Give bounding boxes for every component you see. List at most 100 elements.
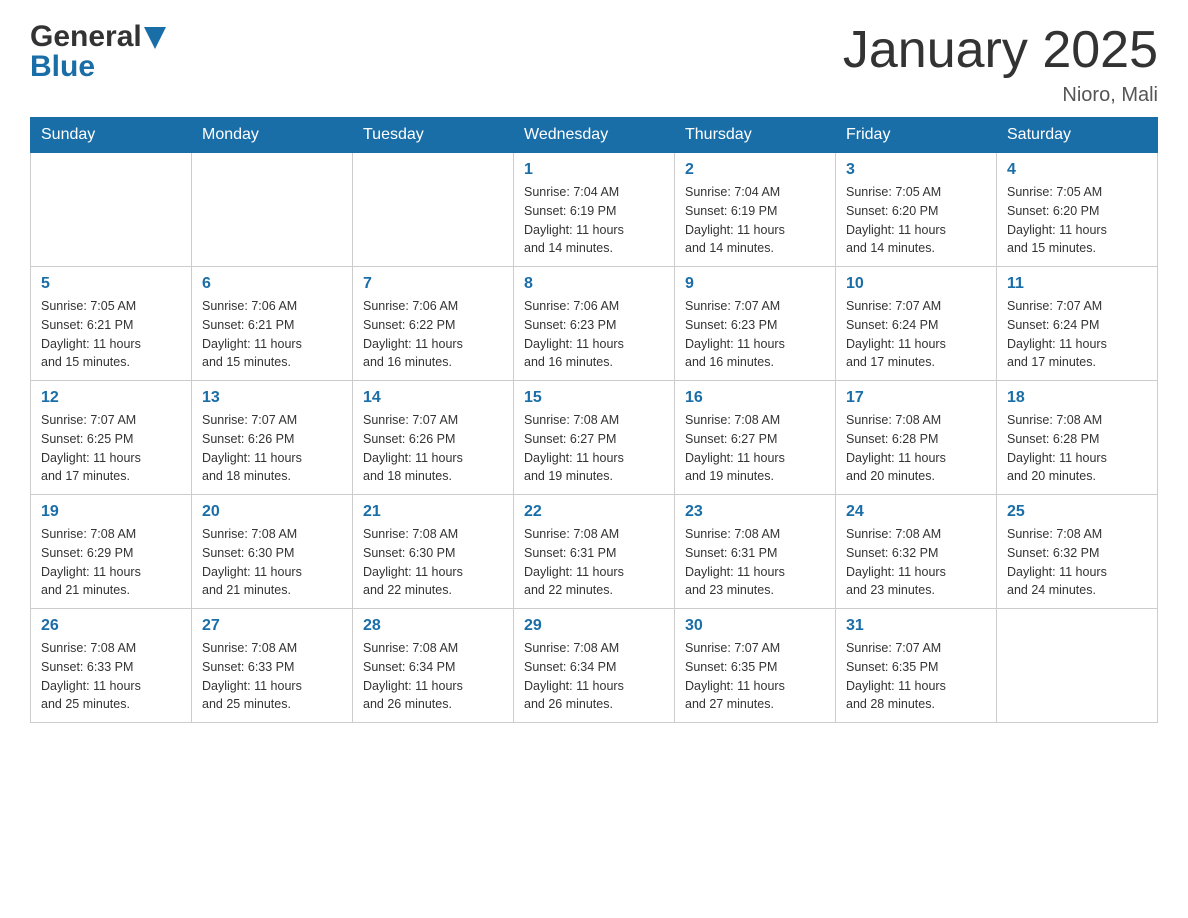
day-number: 24: [846, 503, 986, 521]
calendar-cell: 17 Sunrise: 7:08 AM Sunset: 6:28 PM Dayli…: [836, 381, 997, 495]
calendar-cell: 19 Sunrise: 7:08 AM Sunset: 6:29 PM Dayli…: [31, 495, 192, 609]
day-info: Sunrise: 7:08 AM Sunset: 6:29 PM Dayligh…: [41, 525, 181, 600]
calendar-cell: 4 Sunrise: 7:05 AM Sunset: 6:20 PM Daylig…: [997, 153, 1158, 267]
calendar-week-2: 5 Sunrise: 7:05 AM Sunset: 6:21 PM Daylig…: [31, 267, 1158, 381]
calendar-cell: 20 Sunrise: 7:08 AM Sunset: 6:30 PM Dayli…: [192, 495, 353, 609]
calendar-cell: 16 Sunrise: 7:08 AM Sunset: 6:27 PM Dayli…: [675, 381, 836, 495]
calendar-cell: [353, 153, 514, 267]
day-info: Sunrise: 7:08 AM Sunset: 6:31 PM Dayligh…: [685, 525, 825, 600]
day-number: 2: [685, 161, 825, 179]
day-info: Sunrise: 7:05 AM Sunset: 6:20 PM Dayligh…: [846, 183, 986, 258]
calendar-cell: 2 Sunrise: 7:04 AM Sunset: 6:19 PM Daylig…: [675, 153, 836, 267]
day-info: Sunrise: 7:06 AM Sunset: 6:22 PM Dayligh…: [363, 297, 503, 372]
day-info: Sunrise: 7:08 AM Sunset: 6:33 PM Dayligh…: [202, 639, 342, 714]
day-info: Sunrise: 7:08 AM Sunset: 6:34 PM Dayligh…: [524, 639, 664, 714]
day-header-thursday: Thursday: [675, 118, 836, 153]
day-info: Sunrise: 7:08 AM Sunset: 6:32 PM Dayligh…: [1007, 525, 1147, 600]
calendar-cell: 6 Sunrise: 7:06 AM Sunset: 6:21 PM Daylig…: [192, 267, 353, 381]
day-info: Sunrise: 7:05 AM Sunset: 6:21 PM Dayligh…: [41, 297, 181, 372]
calendar-cell: 15 Sunrise: 7:08 AM Sunset: 6:27 PM Dayli…: [514, 381, 675, 495]
day-header-saturday: Saturday: [997, 118, 1158, 153]
calendar-week-1: 1 Sunrise: 7:04 AM Sunset: 6:19 PM Daylig…: [31, 153, 1158, 267]
day-header-friday: Friday: [836, 118, 997, 153]
calendar-cell: 27Sunrise: 7:08 AM Sunset: 6:33 PM Dayli…: [192, 609, 353, 723]
calendar-week-3: 12 Sunrise: 7:07 AM Sunset: 6:25 PM Dayli…: [31, 381, 1158, 495]
logo-general-text: General: [30, 20, 142, 54]
day-number: 8: [524, 275, 664, 293]
day-number: 31: [846, 617, 986, 635]
day-info: Sunrise: 7:08 AM Sunset: 6:33 PM Dayligh…: [41, 639, 181, 714]
day-info: Sunrise: 7:08 AM Sunset: 6:28 PM Dayligh…: [1007, 411, 1147, 486]
calendar-cell: 12 Sunrise: 7:07 AM Sunset: 6:25 PM Dayli…: [31, 381, 192, 495]
calendar-cell: 24Sunrise: 7:08 AM Sunset: 6:32 PM Dayli…: [836, 495, 997, 609]
day-info: Sunrise: 7:08 AM Sunset: 6:31 PM Dayligh…: [524, 525, 664, 600]
day-number: 13: [202, 389, 342, 407]
day-number: 29: [524, 617, 664, 635]
day-number: 6: [202, 275, 342, 293]
calendar-cell: 28Sunrise: 7:08 AM Sunset: 6:34 PM Dayli…: [353, 609, 514, 723]
calendar-cell: [31, 153, 192, 267]
location: Nioro, Mali: [843, 84, 1158, 107]
day-number: 9: [685, 275, 825, 293]
calendar-cell: 26 Sunrise: 7:08 AM Sunset: 6:33 PM Dayli…: [31, 609, 192, 723]
day-number: 18: [1007, 389, 1147, 407]
day-number: 21: [363, 503, 503, 521]
day-number: 15: [524, 389, 664, 407]
calendar-cell: 3Sunrise: 7:05 AM Sunset: 6:20 PM Daylig…: [836, 153, 997, 267]
day-info: Sunrise: 7:07 AM Sunset: 6:35 PM Dayligh…: [846, 639, 986, 714]
day-header-sunday: Sunday: [31, 118, 192, 153]
day-info: Sunrise: 7:07 AM Sunset: 6:23 PM Dayligh…: [685, 297, 825, 372]
day-info: Sunrise: 7:08 AM Sunset: 6:30 PM Dayligh…: [202, 525, 342, 600]
day-number: 23: [685, 503, 825, 521]
day-number: 12: [41, 389, 181, 407]
day-number: 17: [846, 389, 986, 407]
calendar-cell: 13 Sunrise: 7:07 AM Sunset: 6:26 PM Dayli…: [192, 381, 353, 495]
day-info: Sunrise: 7:05 AM Sunset: 6:20 PM Dayligh…: [1007, 183, 1147, 258]
day-number: 20: [202, 503, 342, 521]
day-info: Sunrise: 7:07 AM Sunset: 6:26 PM Dayligh…: [202, 411, 342, 486]
calendar-cell: 7 Sunrise: 7:06 AM Sunset: 6:22 PM Daylig…: [353, 267, 514, 381]
day-number: 25: [1007, 503, 1147, 521]
day-info: Sunrise: 7:04 AM Sunset: 6:19 PM Dayligh…: [685, 183, 825, 258]
day-number: 5: [41, 275, 181, 293]
calendar-cell: 18 Sunrise: 7:08 AM Sunset: 6:28 PM Dayli…: [997, 381, 1158, 495]
page-header: General Blue January 2025 Nioro, Mali: [30, 20, 1158, 107]
calendar-cell: 8Sunrise: 7:06 AM Sunset: 6:23 PM Daylig…: [514, 267, 675, 381]
day-number: 1: [524, 161, 664, 179]
day-number: 26: [41, 617, 181, 635]
day-info: Sunrise: 7:07 AM Sunset: 6:26 PM Dayligh…: [363, 411, 503, 486]
calendar-cell: 22 Sunrise: 7:08 AM Sunset: 6:31 PM Dayli…: [514, 495, 675, 609]
day-info: Sunrise: 7:08 AM Sunset: 6:27 PM Dayligh…: [685, 411, 825, 486]
day-number: 11: [1007, 275, 1147, 293]
calendar-week-4: 19 Sunrise: 7:08 AM Sunset: 6:29 PM Dayli…: [31, 495, 1158, 609]
day-number: 22: [524, 503, 664, 521]
logo-triangle-icon: [144, 27, 166, 49]
calendar-body: 1 Sunrise: 7:04 AM Sunset: 6:19 PM Daylig…: [31, 153, 1158, 723]
day-header-monday: Monday: [192, 118, 353, 153]
calendar-cell: 31 Sunrise: 7:07 AM Sunset: 6:35 PM Dayli…: [836, 609, 997, 723]
day-header-tuesday: Tuesday: [353, 118, 514, 153]
day-info: Sunrise: 7:07 AM Sunset: 6:25 PM Dayligh…: [41, 411, 181, 486]
calendar-cell: 1 Sunrise: 7:04 AM Sunset: 6:19 PM Daylig…: [514, 153, 675, 267]
day-number: 7: [363, 275, 503, 293]
day-info: Sunrise: 7:08 AM Sunset: 6:28 PM Dayligh…: [846, 411, 986, 486]
calendar-cell: [997, 609, 1158, 723]
calendar-cell: 5 Sunrise: 7:05 AM Sunset: 6:21 PM Daylig…: [31, 267, 192, 381]
day-number: 14: [363, 389, 503, 407]
day-number: 10: [846, 275, 986, 293]
calendar-cell: 21 Sunrise: 7:08 AM Sunset: 6:30 PM Dayli…: [353, 495, 514, 609]
calendar-week-5: 26 Sunrise: 7:08 AM Sunset: 6:33 PM Dayli…: [31, 609, 1158, 723]
day-info: Sunrise: 7:07 AM Sunset: 6:35 PM Dayligh…: [685, 639, 825, 714]
day-info: Sunrise: 7:08 AM Sunset: 6:27 PM Dayligh…: [524, 411, 664, 486]
day-number: 19: [41, 503, 181, 521]
day-number: 16: [685, 389, 825, 407]
calendar-cell: 11Sunrise: 7:07 AM Sunset: 6:24 PM Dayli…: [997, 267, 1158, 381]
day-info: Sunrise: 7:04 AM Sunset: 6:19 PM Dayligh…: [524, 183, 664, 258]
day-number: 4: [1007, 161, 1147, 179]
calendar-cell: 30Sunrise: 7:07 AM Sunset: 6:35 PM Dayli…: [675, 609, 836, 723]
day-info: Sunrise: 7:06 AM Sunset: 6:21 PM Dayligh…: [202, 297, 342, 372]
day-info: Sunrise: 7:08 AM Sunset: 6:30 PM Dayligh…: [363, 525, 503, 600]
calendar-table: SundayMondayTuesdayWednesdayThursdayFrid…: [30, 117, 1158, 723]
day-number: 28: [363, 617, 503, 635]
header-row: SundayMondayTuesdayWednesdayThursdayFrid…: [31, 118, 1158, 153]
